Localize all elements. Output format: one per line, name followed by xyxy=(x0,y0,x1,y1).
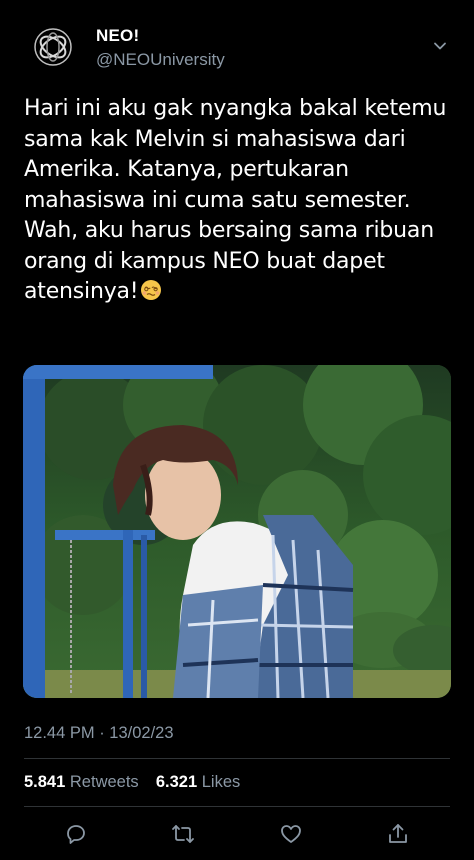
retweet-icon[interactable] xyxy=(171,822,195,846)
neo-logo-icon xyxy=(34,28,72,66)
tweet-text-line-last: atensinya! xyxy=(24,277,454,308)
tweet-text: Hari ini aku gak nyangka bakal ketemu sa… xyxy=(24,94,454,308)
likes-label[interactable]: Likes xyxy=(202,773,241,791)
avatar[interactable] xyxy=(26,20,80,74)
chevron-down-icon[interactable] xyxy=(432,38,448,54)
tweet-text-line: sama kak Melvin si mahasiswa dari xyxy=(24,126,406,152)
tweet-text-line: Amerika. Katanya, pertukaran xyxy=(24,157,349,182)
reply-icon[interactable] xyxy=(64,822,88,846)
tweet-timestamp[interactable]: 12.44 PM · 13/02/23 xyxy=(24,724,174,743)
retweets-label[interactable]: Retweets xyxy=(70,773,139,791)
tweet-text-line: Hari ini aku gak nyangka bakal ketemu xyxy=(24,96,447,121)
share-icon[interactable] xyxy=(386,822,410,846)
tweet-stats: 5.841 Retweets 6.321 Likes xyxy=(24,773,240,792)
divider xyxy=(24,758,450,759)
likes-count[interactable]: 6.321 xyxy=(156,773,197,791)
tweet-text-line: mahasiswa ini cuma satu semester. xyxy=(24,187,411,213)
divider xyxy=(24,806,450,807)
woozy-face-emoji-icon xyxy=(141,280,162,300)
tweet-text-line: Wah, aku harus bersaing sama ribuan xyxy=(24,218,434,243)
photo-illustration xyxy=(23,365,451,698)
tweet-photo[interactable] xyxy=(23,365,451,698)
tweet-text-line: orang di kampus NEO buat dapet xyxy=(24,248,385,274)
display-name[interactable]: NEO! xyxy=(96,26,225,46)
heart-icon[interactable] xyxy=(279,822,303,846)
retweets-count[interactable]: 5.841 xyxy=(24,773,65,791)
user-handle[interactable]: @NEOUniversity xyxy=(96,49,225,71)
tweet-text-line-end: atensinya! xyxy=(24,279,139,304)
tweet-header: NEO! @NEOUniversity xyxy=(0,0,474,90)
action-bar xyxy=(0,816,474,852)
